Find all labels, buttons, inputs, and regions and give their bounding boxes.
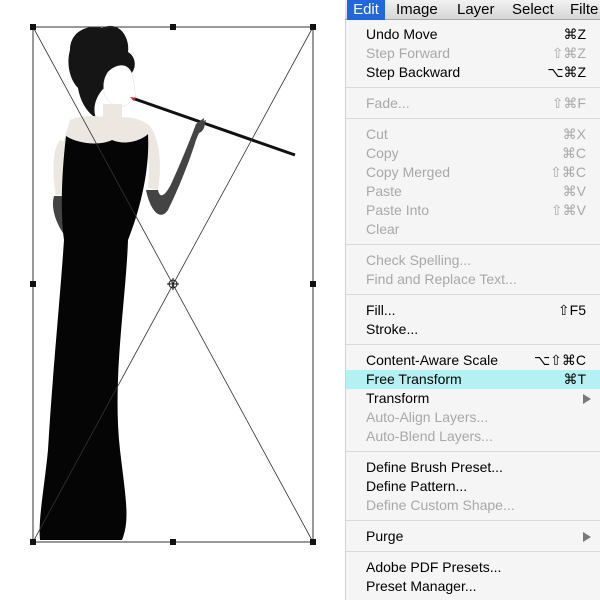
menu-item-free-transform[interactable]: Free Transform ⌘T [346, 370, 600, 389]
menu-item-shortcut: ⌘C [561, 145, 586, 161]
menu-item-label: Paste [366, 183, 402, 199]
menu-item-content-aware-scale[interactable]: Content-Aware Scale ⌥⇧⌘C [346, 351, 600, 370]
menu-item-shortcut: ⇧⌘F [551, 95, 586, 111]
menu-item-define-brush-preset[interactable]: Define Brush Preset... [346, 458, 600, 477]
menu-item-label: Fade... [366, 95, 410, 111]
menu-item-shortcut: ⇧⌘C [550, 164, 586, 180]
menu-item-step-forward[interactable]: Step Forward ⇧⌘Z [346, 44, 600, 63]
menu-item-define-pattern[interactable]: Define Pattern... [346, 477, 600, 496]
menu-item-shortcut: ⇧⌘Z [551, 45, 586, 61]
menu-item-cut[interactable]: Cut ⌘X [346, 125, 600, 144]
menu-separator [346, 551, 600, 552]
menu-filter[interactable]: Filte [570, 0, 598, 20]
handle-bottom-right[interactable] [310, 539, 316, 545]
menu-item-shortcut: ⌘T [563, 371, 586, 387]
menu-item-step-backward[interactable]: Step Backward ⌥⌘Z [346, 63, 600, 82]
menu-item-label: Purge [366, 528, 404, 544]
menu-item-label: Check Spelling... [366, 252, 472, 268]
menu-separator [346, 244, 600, 245]
menu-layer[interactable]: Layer [457, 0, 495, 20]
menu-separator [346, 451, 600, 452]
menu-item-label: Preset Manager... [366, 578, 477, 594]
menu-item-clear[interactable]: Clear [346, 220, 600, 239]
menu-item-undo-move[interactable]: Undo Move ⌘Z [346, 25, 600, 44]
menu-item-label: Define Custom Shape... [366, 497, 515, 513]
menu-item-label: Transform [366, 390, 430, 406]
menu-separator [346, 294, 600, 295]
menu-item-find-and-replace-text[interactable]: Find and Replace Text... [346, 270, 600, 289]
menu-image[interactable]: Image [396, 0, 438, 20]
menu-item-label: Cut [366, 126, 388, 142]
menu-item-define-custom-shape[interactable]: Define Custom Shape... [346, 496, 600, 515]
menu-item-shortcut: ⌥⇧⌘C [534, 352, 586, 368]
menu-item-label: Define Brush Preset... [366, 459, 503, 475]
menu-item-stroke[interactable]: Stroke... [346, 320, 600, 339]
menu-item-copy[interactable]: Copy ⌘C [346, 144, 600, 163]
menu-item-label: Free Transform [366, 371, 462, 387]
menu-item-label: Stroke... [366, 321, 419, 337]
handle-middle-left[interactable] [30, 281, 36, 287]
menu-item-adobe-pdf-presets[interactable]: Adobe PDF Presets... [346, 558, 600, 577]
handle-top-center[interactable] [170, 24, 176, 30]
menu-item-auto-align-layers[interactable]: Auto-Align Layers... [346, 408, 600, 427]
face [103, 65, 137, 107]
menu-item-shortcut: ⌘X [562, 126, 586, 142]
menu-item-preset-manager[interactable]: Preset Manager... [346, 577, 600, 596]
dress [39, 134, 149, 540]
menu-item-paste[interactable]: Paste ⌘V [346, 182, 600, 201]
menu-item-copy-merged[interactable]: Copy Merged ⇧⌘C [346, 163, 600, 182]
menu-item-check-spelling[interactable]: Check Spelling... [346, 251, 600, 270]
menu-item-label: Step Backward [366, 64, 461, 80]
menu-item-label: Clear [366, 221, 400, 237]
menu-item-label: Auto-Align Layers... [366, 409, 489, 425]
menu-item-shortcut: ⌘V [562, 183, 586, 199]
handle-bottom-center[interactable] [170, 539, 176, 545]
submenu-arrow-icon [583, 532, 591, 542]
menu-bar: Edit Image Layer Select Filte [345, 0, 600, 20]
menu-item-label: Auto-Blend Layers... [366, 428, 493, 444]
menu-item-label: Copy [366, 145, 399, 161]
menu-item-fill[interactable]: Fill... ⇧F5 [346, 301, 600, 320]
menu-item-label: Step Forward [366, 45, 451, 61]
menu-item-label: Find and Replace Text... [366, 271, 517, 287]
submenu-arrow-icon [583, 394, 591, 404]
menu-separator [346, 520, 600, 521]
handle-top-right[interactable] [310, 24, 316, 30]
menu-separator [346, 344, 600, 345]
menu-select[interactable]: Select [512, 0, 554, 20]
menu-item-purge[interactable]: Purge [346, 527, 600, 546]
menu-item-shortcut: ⌥⌘Z [547, 64, 586, 80]
menu-separator [346, 118, 600, 119]
menu-item-fade[interactable]: Fade... ⇧⌘F [346, 94, 600, 113]
handle-bottom-left[interactable] [30, 539, 36, 545]
menu-item-shortcut: ⇧⌘V [550, 202, 586, 218]
menu-item-label: Fill... [366, 302, 396, 318]
edit-menu-dropdown: Undo Move ⌘Z Step Forward ⇧⌘Z Step Backward ⌥… [345, 20, 600, 600]
menu-item-shortcut: ⇧F5 [557, 302, 586, 318]
handle-top-left[interactable] [30, 24, 36, 30]
menu-item-label: Define Pattern... [366, 478, 468, 494]
menu-item-paste-into[interactable]: Paste Into ⇧⌘V [346, 201, 600, 220]
menu-item-label: Adobe PDF Presets... [366, 559, 502, 575]
menu-item-label: Copy Merged [366, 164, 451, 180]
menu-separator [346, 87, 600, 88]
menu-item-shortcut: ⌘Z [563, 26, 586, 42]
menu-item-auto-blend-layers[interactable]: Auto-Blend Layers... [346, 427, 600, 446]
menu-item-label: Paste Into [366, 202, 430, 218]
menu-item-label: Undo Move [366, 26, 438, 42]
menu-edit[interactable]: Edit [347, 0, 385, 20]
document-canvas[interactable] [0, 0, 345, 600]
menu-item-transform[interactable]: Transform [346, 389, 600, 408]
menu-item-label: Content-Aware Scale [366, 352, 499, 368]
artwork [30, 24, 316, 545]
handle-middle-right[interactable] [310, 281, 316, 287]
